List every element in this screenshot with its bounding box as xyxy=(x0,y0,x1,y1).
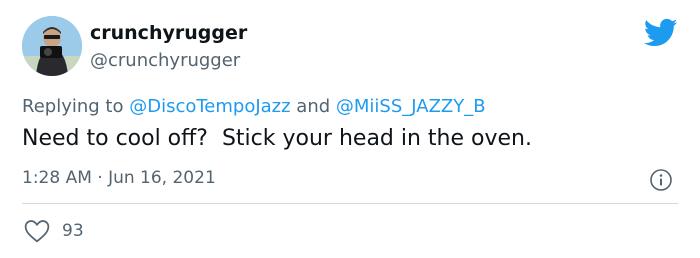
replying-to-label: Replying to xyxy=(22,96,130,117)
info-icon[interactable] xyxy=(649,168,673,192)
author-display-name[interactable]: crunchyrugger xyxy=(90,22,247,44)
tweet-timestamp[interactable]: 1:28 AM · Jun 16, 2021 xyxy=(22,168,216,188)
heart-outline-icon[interactable] xyxy=(24,219,50,243)
mention-link[interactable]: @MiiSS_JAZZY_B xyxy=(336,96,486,117)
replying-to-line: Replying to @DiscoTempoJazz and @MiiSS_J… xyxy=(22,96,486,117)
replying-to-joiner: and xyxy=(290,96,336,117)
divider xyxy=(22,203,678,204)
like-count[interactable]: 93 xyxy=(62,221,84,241)
author-handle[interactable]: @crunchyrugger xyxy=(90,50,240,71)
avatar[interactable] xyxy=(22,16,82,76)
tweet-card: crunchyrugger @crunchyrugger Replying to… xyxy=(0,0,700,258)
tweet-text: Need to cool off? Stick your head in the… xyxy=(22,126,532,151)
twitter-bird-icon[interactable] xyxy=(644,18,678,48)
avatar-photo-icon xyxy=(22,16,82,76)
mention-link[interactable]: @DiscoTempoJazz xyxy=(129,96,290,117)
